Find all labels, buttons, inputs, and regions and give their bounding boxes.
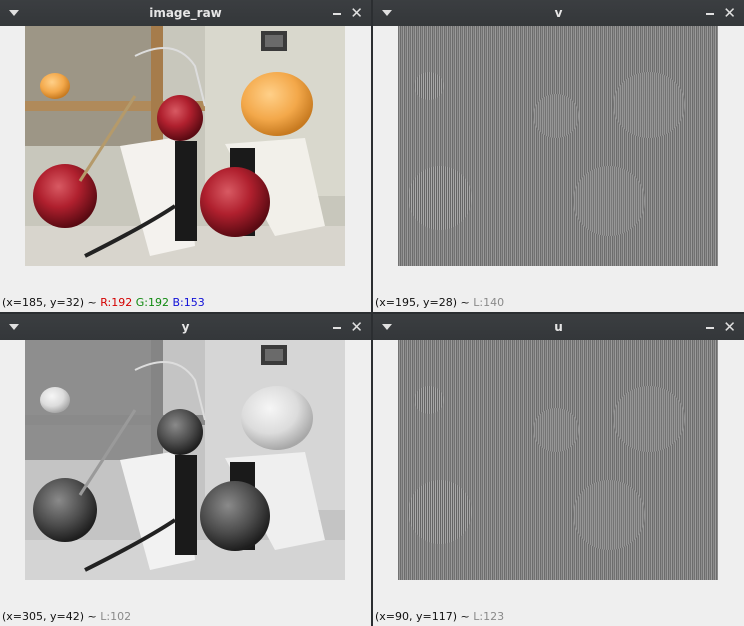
status-bar: (x=195, y=28) ~ L:140: [375, 294, 504, 312]
ball-pattern: [613, 386, 685, 452]
window-y: y ✕ (x=305, y=42) ~ L:102: [0, 314, 371, 626]
ball-pattern: [414, 386, 444, 414]
ball-pattern: [414, 72, 444, 100]
status-bar: (x=305, y=42) ~ L:102: [2, 608, 131, 626]
ball-pattern: [573, 166, 645, 236]
ball-pattern: [573, 480, 645, 550]
coords-text: (x=90, y=117) ~: [375, 610, 474, 623]
image-view[interactable]: [398, 340, 718, 580]
coords-text: (x=305, y=42) ~: [2, 610, 101, 623]
luma-value: L:140: [473, 296, 505, 309]
titlebar[interactable]: y ✕: [0, 314, 371, 340]
luma-value: L:123: [473, 610, 505, 623]
close-icon[interactable]: ✕: [350, 3, 363, 23]
image-view[interactable]: [25, 340, 345, 580]
window-v: v ✕ (x=195, y=28) ~ L:140: [373, 0, 744, 312]
close-icon[interactable]: ✕: [723, 317, 736, 337]
status-bar: (x=185, y=32) ~ R:192 G:192 B:153: [2, 294, 205, 312]
coords-text: (x=195, y=28) ~: [375, 296, 474, 309]
ball-pattern: [408, 166, 472, 230]
image-view[interactable]: [25, 26, 345, 266]
window-title: v: [554, 6, 563, 20]
ball-pattern: [408, 480, 472, 544]
minimize-icon[interactable]: [706, 327, 714, 329]
green-value: G:192: [135, 296, 169, 309]
window-title: image_raw: [149, 6, 222, 20]
ball-pattern: [533, 94, 579, 138]
minimize-icon[interactable]: [333, 327, 341, 329]
minimize-icon[interactable]: [333, 13, 341, 15]
blue-value: B:153: [172, 296, 205, 309]
window-title: y: [181, 320, 190, 334]
titlebar[interactable]: v ✕: [373, 0, 744, 26]
window-image-raw: image_raw ✕ (x=185, y=32) ~ R:192 G:192 …: [0, 0, 371, 312]
status-bar: (x=90, y=117) ~ L:123: [375, 608, 504, 626]
window-title: u: [554, 320, 563, 334]
luma-value: L:102: [100, 610, 132, 623]
minimize-icon[interactable]: [706, 13, 714, 15]
ball-pattern: [533, 408, 579, 452]
close-icon[interactable]: ✕: [350, 317, 363, 337]
titlebar[interactable]: image_raw ✕: [0, 0, 371, 26]
titlebar[interactable]: u ✕: [373, 314, 744, 340]
image-view[interactable]: [398, 26, 718, 266]
ball-pattern: [613, 72, 685, 138]
red-value: R:192: [100, 296, 133, 309]
window-u: u ✕ (x=90, y=117) ~ L:123: [373, 314, 744, 626]
coords-text: (x=185, y=32) ~: [2, 296, 101, 309]
close-icon[interactable]: ✕: [723, 3, 736, 23]
